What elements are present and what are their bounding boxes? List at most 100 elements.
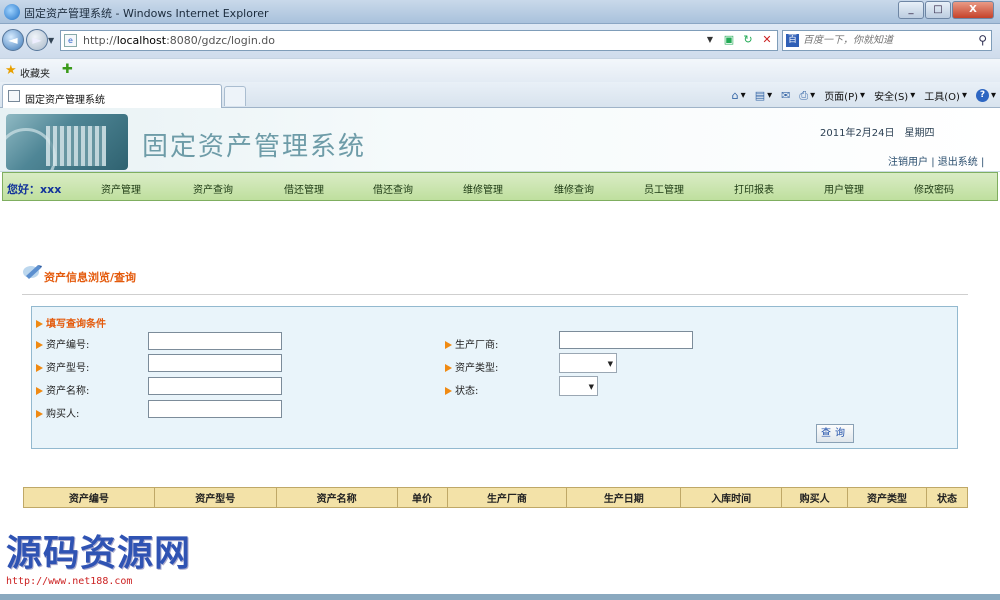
asset-no-input[interactable] (148, 332, 282, 350)
home-button[interactable]: ⌂ ▾ (732, 88, 746, 103)
stop-icon[interactable]: ✕ (759, 32, 775, 48)
feeds-button[interactable]: ▤ ▾ (755, 88, 772, 103)
baidu-search-provider-icon: 百 (786, 34, 799, 47)
link-separator: | (931, 157, 935, 168)
tab-page-icon (8, 90, 20, 102)
manufacturer-label: 生产厂商: (445, 336, 498, 351)
header-banner-image (6, 114, 128, 170)
arrow-bullet-icon (36, 320, 43, 328)
arrow-bullet-icon (36, 387, 43, 395)
favorites-button[interactable]: 收藏夹 (20, 65, 50, 80)
nav-repair-query[interactable]: 维修查询 (554, 181, 594, 196)
mail-button[interactable]: ✉ (781, 88, 790, 103)
status-select[interactable]: ▼ (559, 376, 598, 396)
tab-bar: 固定资产管理系统 ⌂ ▾ ▤ ▾ ✉ ⎙ ▾ 页面(P) ▾ 安全(S) ▾ 工具(O) ▾… (0, 82, 1000, 108)
chevron-down-icon: ▼ (607, 360, 613, 368)
watermark: 源码资源网 http://www.net188.com (6, 533, 191, 587)
logout-link[interactable]: 注销用户 (888, 157, 928, 168)
arrow-bullet-icon (36, 364, 43, 372)
asset-model-input[interactable] (148, 354, 282, 372)
app-title: 固定资产管理系统 (142, 132, 367, 162)
browser-tab[interactable]: 固定资产管理系统 (2, 84, 222, 108)
table-header-row: 资产编号 资产型号 资产名称 单价 生产厂商 生产日期 入库时间 购买人 资产类… (23, 487, 969, 508)
print-button[interactable]: ⎙ ▾ (799, 88, 815, 103)
nav-borrow-management[interactable]: 借还管理 (284, 181, 324, 196)
query-panel: 填写查询条件 资产编号: 资产型号: 资产名称: 购买人: 生产厂商: 资产类型… (31, 306, 958, 449)
url-dropdown-icon[interactable]: ▼ (702, 32, 718, 48)
url-text[interactable]: http://localhost:8080/gdzc/login.do (83, 34, 275, 47)
main-nav: 您好：xxx 资产管理 资产查询 借还管理 借还查询 维修管理 维修查询 员工管… (2, 172, 998, 201)
help-icon: ? (975, 89, 989, 102)
nav-repair-management[interactable]: 维修管理 (463, 181, 503, 196)
link-separator: | (980, 157, 985, 168)
page-icon: e (64, 34, 77, 47)
col-manufacturer[interactable]: 生产厂商 (446, 487, 568, 508)
close-button[interactable]: X (952, 1, 994, 19)
exit-link[interactable]: 退出系统 (938, 157, 978, 168)
chevron-down-icon: ▼ (588, 383, 594, 391)
refresh-icon[interactable]: ↻ (740, 32, 756, 48)
query-button[interactable]: 查询 (816, 424, 854, 443)
status-label: 状态: (445, 382, 478, 397)
search-box[interactable]: 百 ⚲ (782, 30, 992, 51)
header-links: 注销用户 | 退出系统 | (888, 153, 984, 168)
col-asset-name[interactable]: 资产名称 (275, 487, 398, 508)
greeting: 您好：xxx (7, 183, 62, 196)
col-storage-time[interactable]: 入库时间 (680, 487, 783, 508)
minimize-button[interactable]: _ (898, 1, 924, 19)
asset-name-label: 资产名称: (36, 382, 89, 397)
nav-change-password[interactable]: 修改密码 (914, 181, 954, 196)
favorites-star-icon[interactable]: ★ (5, 63, 17, 78)
col-asset-type[interactable]: 资产类型 (847, 487, 927, 508)
window-titlebar: 固定资产管理系统 - Windows Internet Explorer _ □… (0, 0, 1000, 24)
arrow-bullet-icon (445, 341, 452, 349)
results-table: 资产编号 资产型号 资产名称 单价 生产厂商 生产日期 入库时间 购买人 资产类… (23, 487, 969, 508)
address-bar: ◄ ► ▼ e http://localhost:8080/gdzc/login… (0, 24, 1000, 58)
asset-name-input[interactable] (148, 377, 282, 395)
buyer-input[interactable] (148, 400, 282, 418)
history-dropdown-icon[interactable]: ▼ (48, 36, 54, 45)
rss-icon: ▤ (754, 89, 766, 102)
window-controls: _ □ X (898, 1, 994, 19)
nav-asset-query[interactable]: 资产查询 (193, 181, 233, 196)
window-title: 固定资产管理系统 - Windows Internet Explorer (24, 7, 269, 20)
help-menu[interactable]: ? ▾ (975, 88, 996, 103)
search-icon[interactable]: ⚲ (978, 33, 987, 47)
col-status[interactable]: 状态 (925, 487, 969, 508)
compat-view-icon[interactable]: ▣ (721, 32, 737, 48)
section-divider (22, 294, 968, 295)
print-icon: ⎙ (799, 88, 809, 102)
new-tab-button[interactable] (224, 86, 246, 106)
nav-print-report[interactable]: 打印报表 (734, 181, 774, 196)
page-menu[interactable]: 页面(P) ▾ (824, 88, 865, 103)
nav-user-management[interactable]: 用户管理 (824, 181, 864, 196)
url-field[interactable]: e http://localhost:8080/gdzc/login.do ▼ … (60, 30, 778, 51)
watermark-url: http://www.net188.com (6, 576, 133, 587)
tab-title: 固定资产管理系统 (25, 95, 105, 106)
arrow-bullet-icon (36, 410, 43, 418)
col-production-date[interactable]: 生产日期 (566, 487, 682, 508)
asset-type-select[interactable]: ▼ (559, 353, 617, 373)
buyer-label: 购买人: (36, 405, 79, 420)
pen-icon (23, 265, 42, 279)
col-asset-no[interactable]: 资产编号 (23, 487, 155, 508)
search-input[interactable] (803, 33, 963, 48)
maximize-button[interactable]: □ (925, 1, 951, 19)
command-bar: ⌂ ▾ ▤ ▾ ✉ ⎙ ▾ 页面(P) ▾ 安全(S) ▾ 工具(O) ▾ ? ▾ (732, 88, 996, 104)
forward-arrow-icon[interactable]: ► (26, 29, 48, 51)
back-arrow-icon[interactable]: ◄ (2, 29, 24, 51)
safety-menu[interactable]: 安全(S) ▾ (874, 88, 915, 103)
nav-employee-management[interactable]: 员工管理 (644, 181, 684, 196)
col-buyer[interactable]: 购买人 (781, 487, 849, 508)
col-asset-model[interactable]: 资产型号 (153, 487, 277, 508)
arrow-bullet-icon (445, 364, 452, 372)
arrow-bullet-icon (445, 387, 452, 395)
add-favorite-icon[interactable]: ✚ (62, 62, 73, 77)
tools-menu[interactable]: 工具(O) ▾ (924, 88, 967, 103)
nav-borrow-query[interactable]: 借还查询 (373, 181, 413, 196)
col-unit-price[interactable]: 单价 (396, 487, 448, 508)
asset-no-label: 资产编号: (36, 336, 89, 351)
manufacturer-input[interactable] (559, 331, 693, 349)
query-panel-header: 填写查询条件 (36, 315, 106, 330)
nav-asset-management[interactable]: 资产管理 (101, 181, 141, 196)
